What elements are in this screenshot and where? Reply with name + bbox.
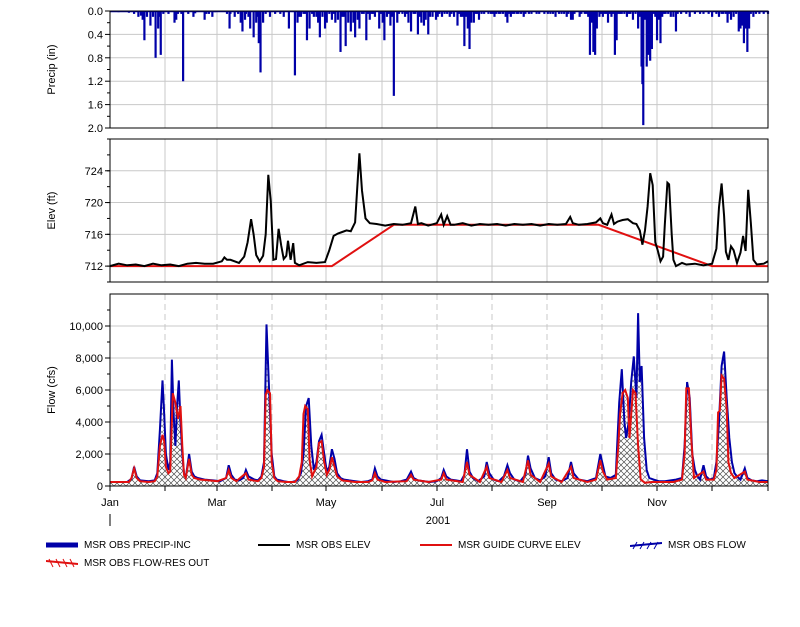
y-axis-label: Elev (ft) — [46, 192, 58, 230]
panel-1: 712 716 720 724 Elev (ft) — [46, 138, 769, 283]
x-tick-label: Nov — [647, 497, 667, 509]
y-tick-label: 2.0 — [88, 123, 103, 135]
y-tick-label: 8,000 — [75, 353, 103, 365]
legend-item-obs-flow: MSR OBS FLOW — [630, 537, 746, 553]
legend-label-res-out: MSR OBS FLOW-RES OUT — [84, 557, 210, 569]
y-tick-label: 1.2 — [88, 76, 103, 88]
legend: MSR OBS PRECIP-INC MSR OBS ELEV MSR GUID… — [46, 537, 786, 573]
y-tick-label: 1.6 — [88, 100, 103, 112]
panel-2: 0 2,000 4,000 6,000 8,000 10,000 Flow (cfs) Jan… — [46, 293, 769, 527]
legend-item-guide-curve: MSR GUIDE CURVE ELEV — [420, 537, 581, 553]
x-tick-label: May — [316, 497, 337, 509]
legend-swatch-obs-flow — [630, 541, 662, 550]
y-tick-label: 716 — [85, 229, 103, 241]
y-tick-label: 720 — [85, 198, 103, 210]
y-axis-label: Flow (cfs) — [46, 366, 58, 414]
legend-swatch-guide-curve — [420, 544, 452, 546]
x-tick-label: Sep — [537, 497, 557, 509]
legend-swatch-precip — [46, 542, 78, 548]
y-tick-label: 4,000 — [75, 417, 103, 429]
panel-background — [110, 139, 768, 282]
x-axis-label: 2001 — [426, 515, 450, 527]
y-tick-label: 6,000 — [75, 385, 103, 397]
x-tick-label: Jan — [101, 497, 119, 509]
panel-0: 0.0 0.4 0.8 1.2 1.6 2.0 Precip (in) — [46, 6, 770, 135]
legend-swatch-res-out — [46, 558, 78, 568]
legend-label-elev: MSR OBS ELEV — [296, 539, 371, 551]
legend-label-precip: MSR OBS PRECIP-INC — [84, 539, 191, 551]
y-tick-label: 0.8 — [88, 53, 103, 65]
legend-swatch-elev — [258, 544, 290, 546]
y-tick-label: 712 — [85, 261, 103, 273]
legend-item-elev: MSR OBS ELEV — [258, 537, 370, 553]
x-tick-label: Mar — [208, 497, 227, 509]
y-tick-label: 0 — [97, 481, 103, 493]
y-tick-label: 0.4 — [88, 29, 103, 41]
x-tick-label: Jul — [430, 497, 444, 509]
legend-label-obs-flow: MSR OBS FLOW — [668, 539, 746, 551]
y-tick-label: 724 — [85, 166, 103, 178]
panel-background — [110, 11, 768, 128]
y-tick-label: 10,000 — [69, 321, 103, 333]
legend-item-res-out: MSR OBS FLOW-RES OUT — [46, 555, 209, 571]
y-tick-label: 2,000 — [75, 449, 103, 461]
y-axis-label: Precip (in) — [46, 44, 58, 94]
hydrograph-chart: 0.0 0.4 0.8 1.2 1.6 2.0 Precip (in) 712 716 720 72… — [46, 6, 770, 527]
y-tick-label: 0.0 — [88, 6, 103, 18]
legend-label-guide-curve: MSR GUIDE CURVE ELEV — [458, 539, 581, 551]
legend-item-precip: MSR OBS PRECIP-INC — [46, 537, 191, 553]
